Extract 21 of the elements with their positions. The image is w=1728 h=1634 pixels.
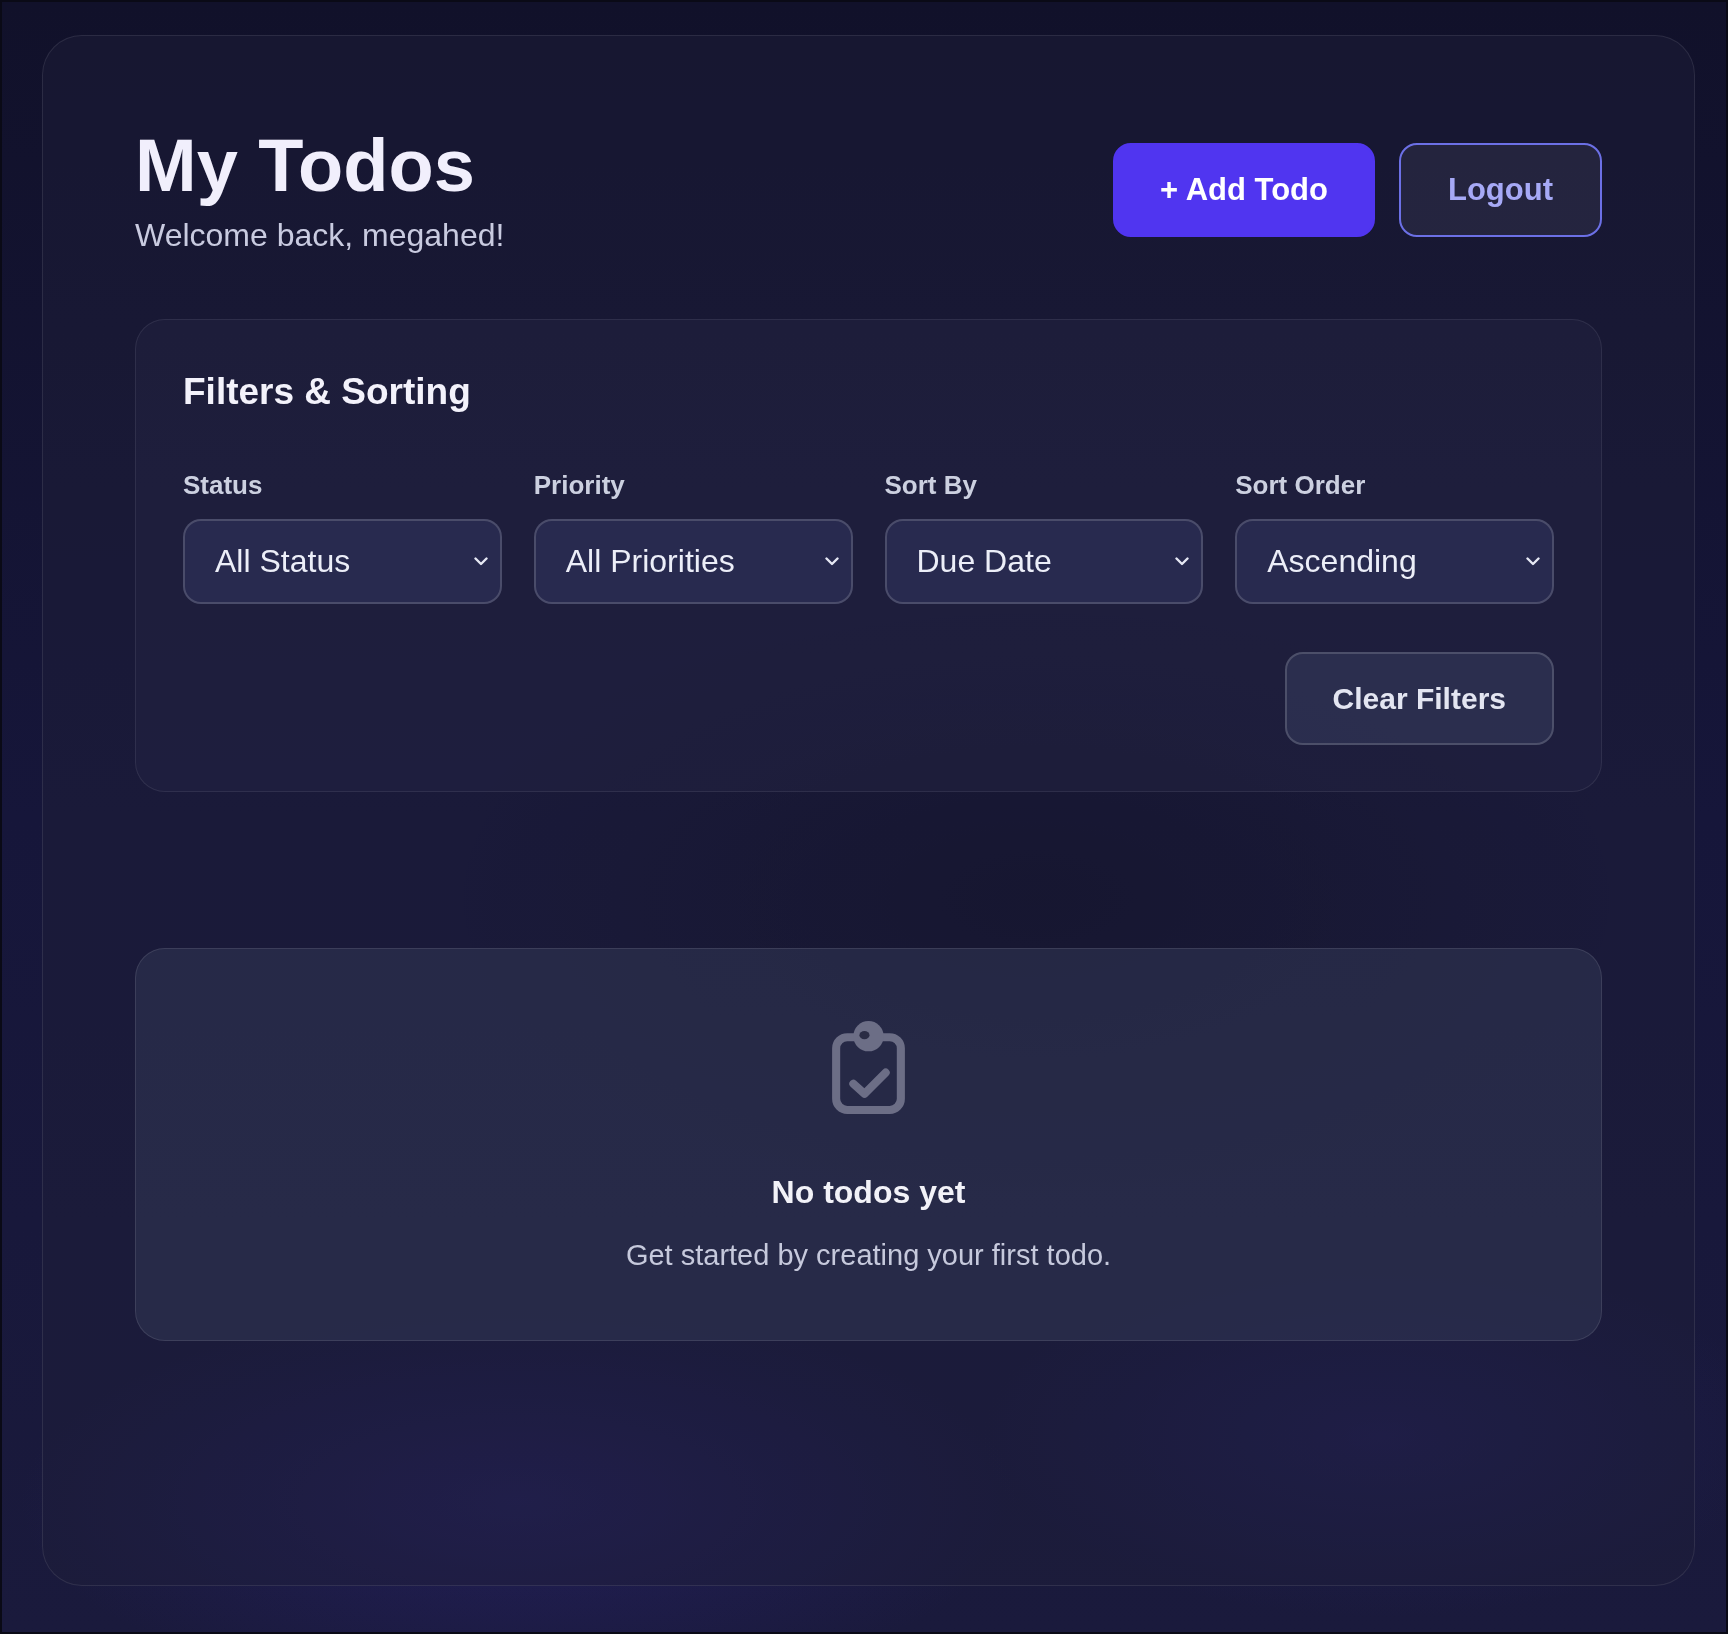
clear-filters-button[interactable]: Clear Filters bbox=[1284, 652, 1554, 745]
empty-state-title: No todos yet bbox=[771, 1173, 966, 1212]
add-todo-button[interactable]: + Add Todo bbox=[1113, 143, 1375, 237]
logout-button[interactable]: Logout bbox=[1399, 143, 1602, 237]
page-title: My Todos bbox=[135, 125, 476, 206]
chevron-down-icon bbox=[824, 557, 839, 566]
field-label: Sort By bbox=[884, 470, 978, 500]
field-label: Priority bbox=[533, 470, 626, 500]
dropdown-select[interactable]: All Priorities bbox=[533, 519, 853, 604]
dropdown-select[interactable]: Due Date bbox=[884, 519, 1204, 604]
chevron-down-icon bbox=[1526, 557, 1540, 566]
dropdown-select[interactable]: Ascending bbox=[1235, 519, 1554, 604]
chevron-down-icon bbox=[473, 557, 488, 566]
chevron-down-icon bbox=[1175, 557, 1190, 566]
filters-heading: Filters & Sorting bbox=[183, 370, 472, 414]
welcome-text: Welcome back, megahed! bbox=[135, 216, 505, 255]
field-label: Sort Order bbox=[1235, 470, 1367, 500]
empty-state-message: Get started by creating your first todo. bbox=[625, 1238, 1112, 1273]
dropdown-select[interactable]: All Status bbox=[183, 519, 502, 604]
clipboard-check-icon bbox=[832, 1021, 905, 1114]
field-label: Status bbox=[183, 470, 264, 500]
